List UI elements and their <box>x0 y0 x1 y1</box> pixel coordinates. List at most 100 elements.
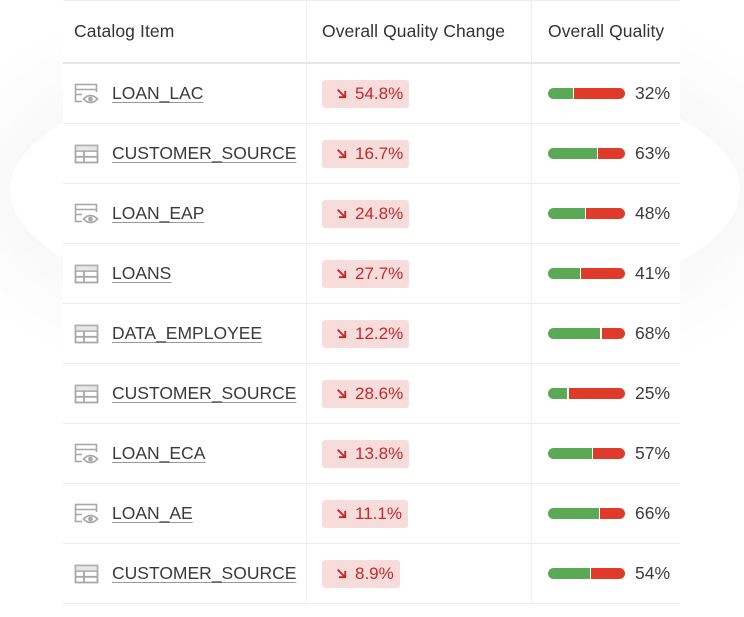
quality-change-badge: 54.8% <box>322 79 410 108</box>
catalog-item-link[interactable]: CUSTOMER_SOURCE <box>112 143 296 164</box>
view-icon <box>74 503 100 525</box>
arrow-down-right-icon <box>337 389 347 399</box>
view-icon <box>74 83 100 105</box>
catalog-item-link[interactable]: CUSTOMER_SOURCE <box>112 383 296 404</box>
table-icon <box>74 323 100 345</box>
quality-change-cell: 12.2% <box>307 304 532 363</box>
table-row: CUSTOMER_SOURCE 16.7% 63% <box>63 124 680 184</box>
catalog-item-link[interactable]: LOAN_ECA <box>112 443 205 464</box>
catalog-item-cell: CUSTOMER_SOURCE <box>63 364 307 423</box>
table-row: CUSTOMER_SOURCE 8.9% 54% <box>63 544 680 604</box>
quality-change-cell: 27.7% <box>307 244 532 303</box>
overall-quality-cell: 32% <box>532 64 680 123</box>
quality-bar <box>548 208 625 219</box>
header-overall-quality[interactable]: Overall Quality <box>532 1 680 62</box>
quality-change-value: 8.9% <box>355 563 394 583</box>
quality-change-badge: 12.2% <box>322 319 410 348</box>
quality-bar-good <box>548 328 601 339</box>
overall-quality-cell: 54% <box>532 544 680 603</box>
quality-change-value: 11.1% <box>355 503 402 523</box>
quality-bar-bad <box>574 88 625 99</box>
catalog-item-link[interactable]: LOANS <box>112 263 171 284</box>
table-row: LOAN_AE 11.1% 66% <box>63 484 680 544</box>
quality-bar-bad <box>593 448 625 459</box>
quality-bar-good <box>548 88 573 99</box>
quality-change-badge: 13.8% <box>322 439 410 468</box>
overall-quality-cell: 63% <box>532 124 680 183</box>
quality-bar-bad <box>586 208 625 219</box>
overall-quality-value: 41% <box>635 263 671 283</box>
quality-change-cell: 11.1% <box>307 484 532 543</box>
table-icon <box>74 143 100 165</box>
catalog-quality-table: Catalog Item Overall Quality Change Over… <box>63 0 680 617</box>
overall-quality-value: 32% <box>635 83 671 103</box>
catalog-item-link[interactable]: LOAN_EAP <box>112 203 204 224</box>
catalog-item-cell: CUSTOMER_SOURCE <box>63 544 307 603</box>
quality-bar-good <box>548 208 585 219</box>
quality-bar-bad <box>598 148 625 159</box>
quality-bar-good <box>548 388 568 399</box>
view-icon <box>74 203 100 225</box>
quality-change-value: 28.6% <box>355 383 404 403</box>
quality-bar-bad <box>581 268 625 279</box>
quality-change-value: 16.7% <box>355 143 404 163</box>
table-icon <box>74 263 100 285</box>
table-row: LOAN_EAP 24.8% 48% <box>63 184 680 244</box>
table-icon <box>74 383 100 405</box>
quality-bar <box>548 328 625 339</box>
overall-quality-cell: 57% <box>532 424 680 483</box>
quality-bar-bad <box>601 328 625 339</box>
quality-change-cell: 28.6% <box>307 364 532 423</box>
quality-bar-bad <box>591 568 625 579</box>
arrow-down-right-icon <box>337 89 347 99</box>
arrow-down-right-icon <box>337 509 347 519</box>
quality-bar <box>548 448 625 459</box>
quality-change-value: 12.2% <box>355 323 404 343</box>
quality-bar <box>548 508 625 519</box>
overall-quality-value: 54% <box>635 563 671 583</box>
quality-bar <box>548 568 625 579</box>
quality-bar <box>548 268 625 279</box>
quality-bar-good <box>548 268 580 279</box>
catalog-item-cell: LOAN_EAP <box>63 184 307 243</box>
overall-quality-value: 66% <box>635 503 671 523</box>
quality-change-cell: 16.7% <box>307 124 532 183</box>
overall-quality-cell: 68% <box>532 304 680 363</box>
table-row: DATA_EMPLOYEE 12.2% 68% <box>63 304 680 364</box>
quality-change-cell: 13.8% <box>307 424 532 483</box>
quality-change-badge: 16.7% <box>322 139 410 168</box>
quality-change-cell: 8.9% <box>307 544 532 603</box>
table-body: LOAN_LAC 54.8% 32% CUSTOMER_SOURCE 16.7%… <box>63 64 680 604</box>
arrow-down-right-icon <box>337 449 347 459</box>
quality-change-cell: 54.8% <box>307 64 532 123</box>
quality-change-badge: 8.9% <box>322 559 400 588</box>
arrow-down-right-icon <box>337 269 347 279</box>
header-catalog-item[interactable]: Catalog Item <box>63 1 307 62</box>
table-row: CUSTOMER_SOURCE 28.6% 25% <box>63 364 680 424</box>
view-icon <box>74 443 100 465</box>
quality-bar-bad <box>568 388 625 399</box>
quality-change-value: 24.8% <box>355 203 404 223</box>
quality-change-value: 54.8% <box>355 83 404 103</box>
quality-bar-good <box>548 448 592 459</box>
arrow-down-right-icon <box>337 209 347 219</box>
table-row: LOAN_ECA 13.8% 57% <box>63 424 680 484</box>
catalog-item-link[interactable]: LOAN_AE <box>112 503 193 524</box>
catalog-item-link[interactable]: DATA_EMPLOYEE <box>112 323 262 344</box>
overall-quality-value: 63% <box>635 143 671 163</box>
arrow-down-right-icon <box>337 329 347 339</box>
catalog-item-link[interactable]: LOAN_LAC <box>112 83 203 104</box>
table-header-row: Catalog Item Overall Quality Change Over… <box>63 1 680 64</box>
overall-quality-value: 48% <box>635 203 671 223</box>
quality-change-value: 27.7% <box>355 263 404 283</box>
quality-bar-good <box>548 568 590 579</box>
catalog-item-cell: LOANS <box>63 244 307 303</box>
overall-quality-value: 25% <box>635 383 671 403</box>
catalog-item-cell: LOAN_ECA <box>63 424 307 483</box>
catalog-item-link[interactable]: CUSTOMER_SOURCE <box>112 563 296 584</box>
quality-bar-good <box>548 148 597 159</box>
header-quality-change[interactable]: Overall Quality Change <box>307 1 532 62</box>
catalog-item-cell: DATA_EMPLOYEE <box>63 304 307 363</box>
quality-change-badge: 24.8% <box>322 199 410 228</box>
overall-quality-cell: 48% <box>532 184 680 243</box>
